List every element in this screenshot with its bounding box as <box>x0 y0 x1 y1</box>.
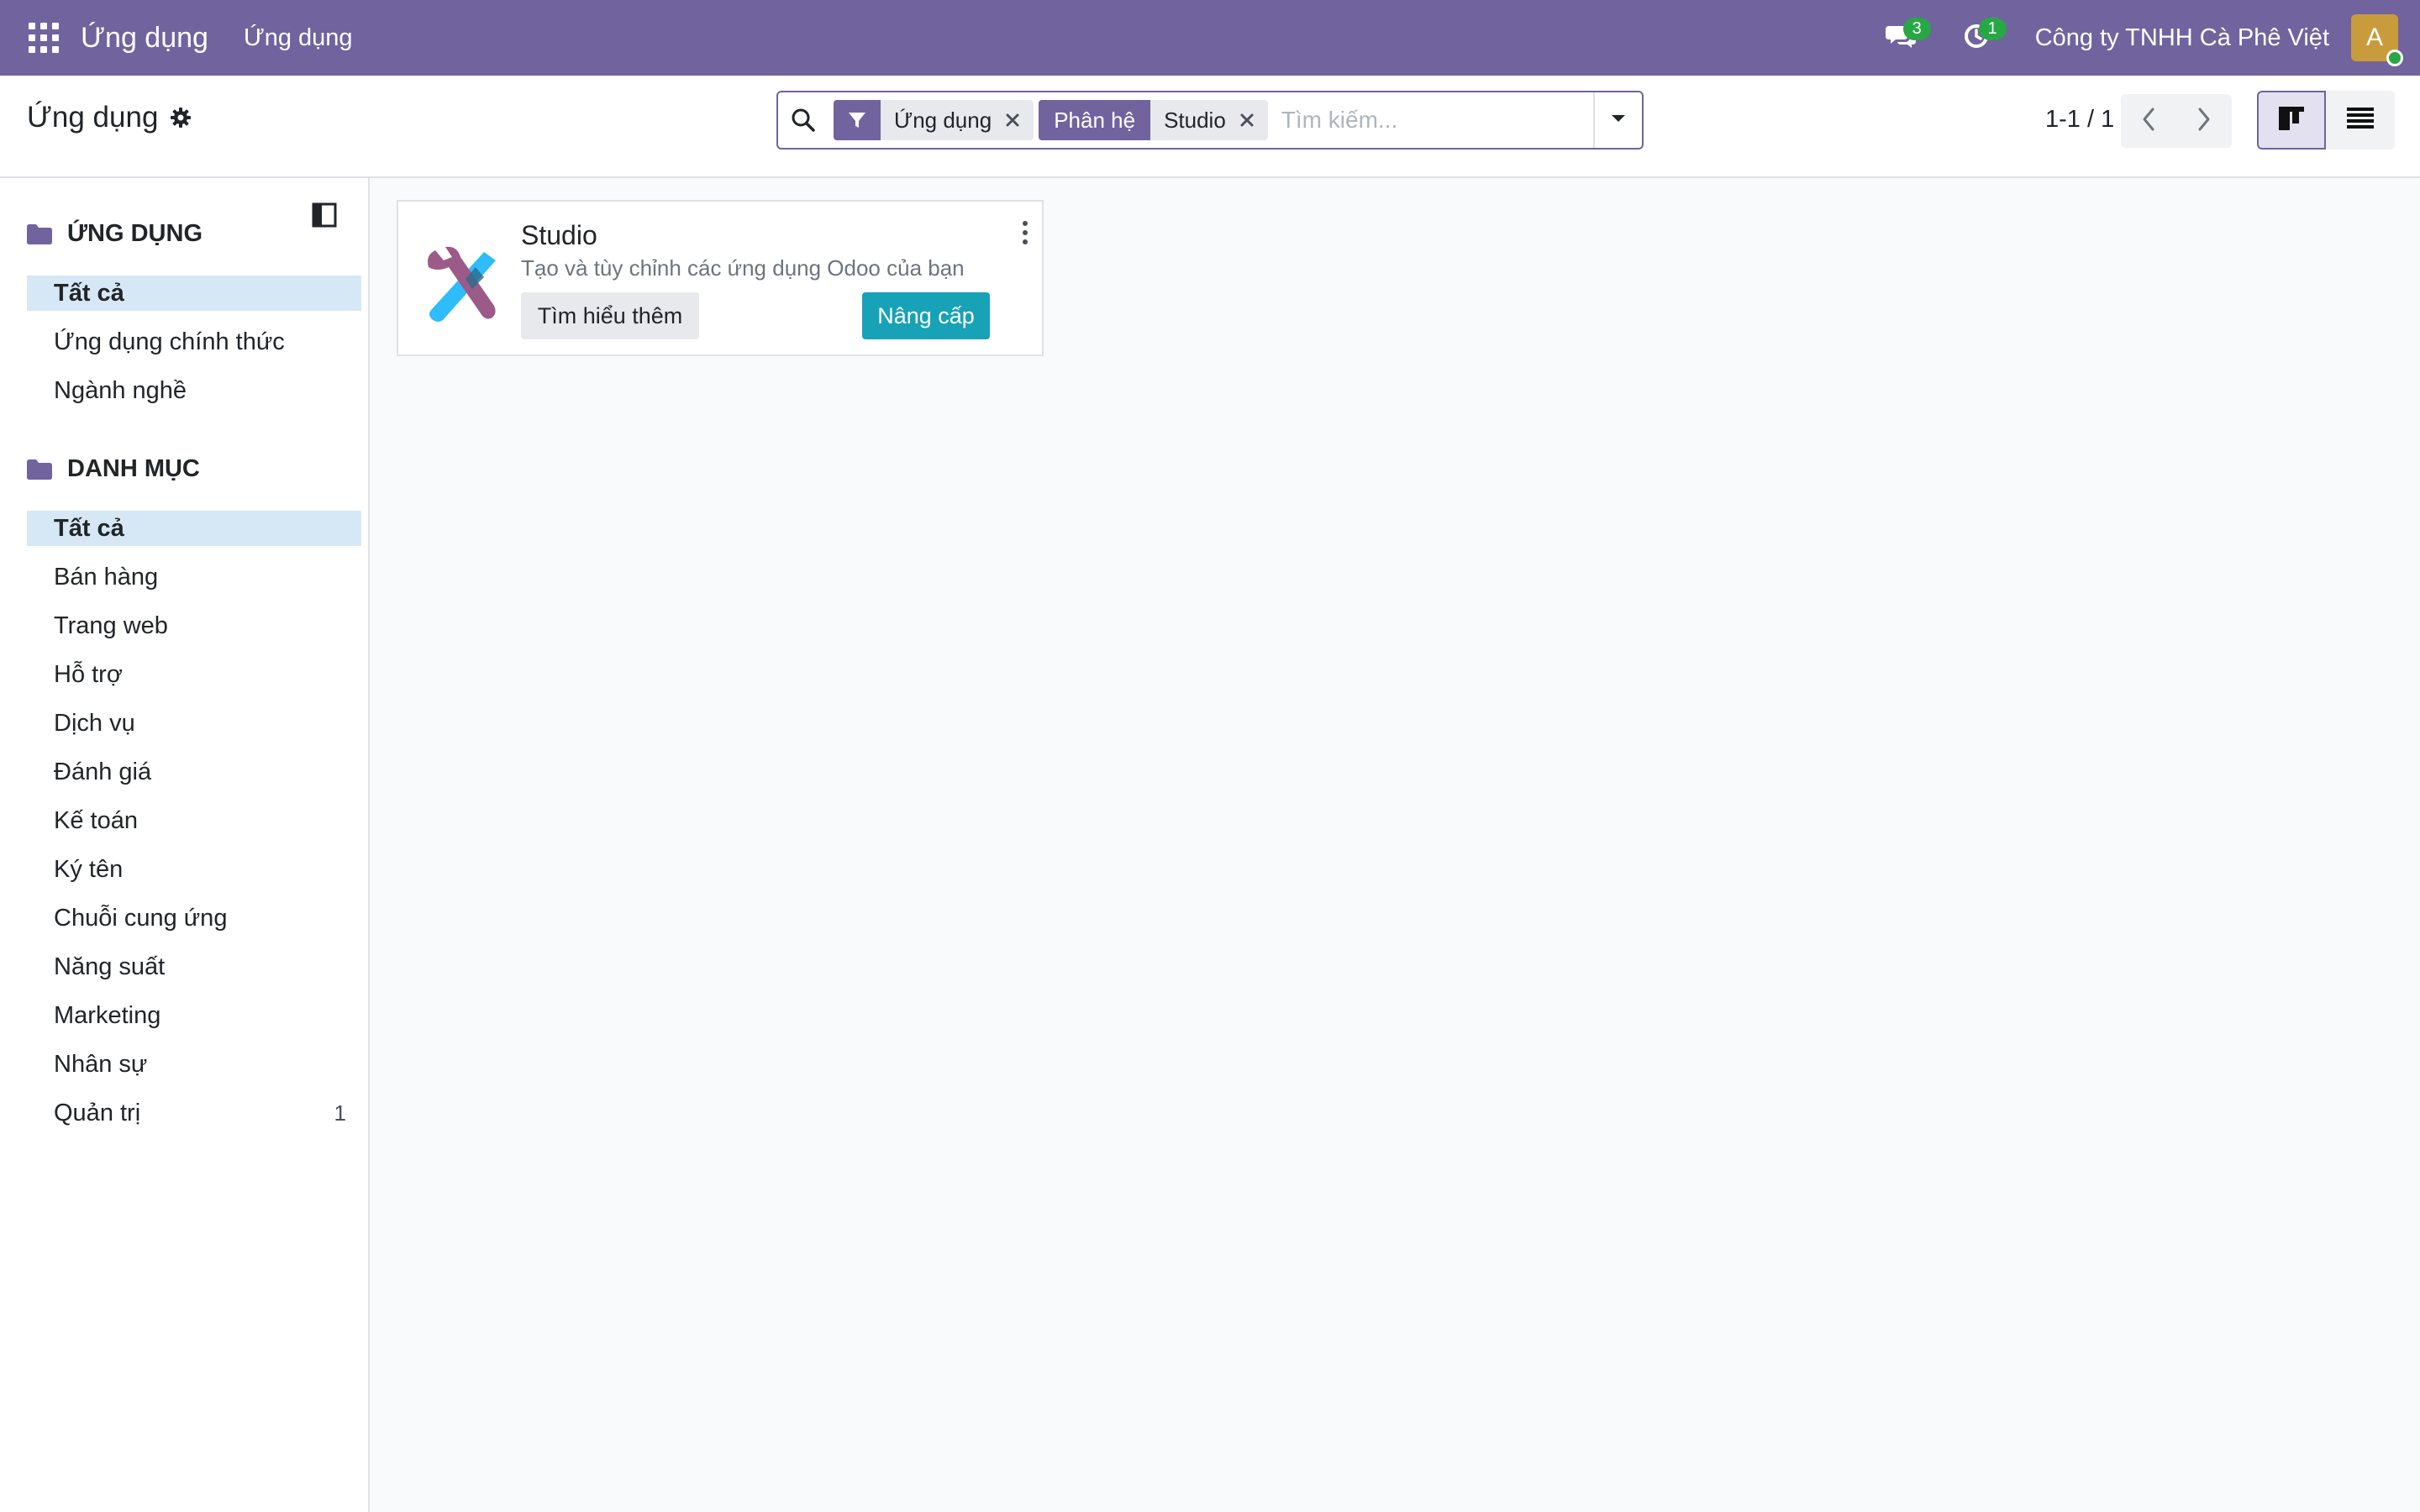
section-title: ỨNG DỤNG <box>67 220 203 247</box>
folder-icon <box>27 459 52 480</box>
chevron-left-icon <box>2141 107 2156 136</box>
online-status-indicator <box>2386 50 2403 66</box>
facet-category: Phân hệ <box>1039 100 1151 140</box>
navbar-systray: 3 1 Công ty TNHH Cà Phê Việt A <box>1876 0 2420 76</box>
facet-category-label: Phân hệ <box>1054 107 1136 133</box>
sidebar-item-productivity[interactable]: Năng suất <box>27 949 361 984</box>
sidebar-item-accounting[interactable]: Kế toán <box>27 803 361 838</box>
breadcrumb: Ứng dụng <box>27 101 192 134</box>
sidebar-item-label: Ngành nghề <box>54 376 187 404</box>
card-description: Tạo và tùy chỉnh các ứng dụng Odoo của b… <box>521 255 965 281</box>
activities-badge: 1 <box>1978 18 2007 40</box>
sidebar-item-label: Kế toán <box>54 806 138 834</box>
control-panel: Ứng dụng Ứng dụng Phân hệ Studio Tìm kiế… <box>0 76 2420 178</box>
gear-icon[interactable] <box>170 107 192 129</box>
card-options-menu-icon[interactable] <box>1017 218 1034 247</box>
sidebar-item-official-apps[interactable]: Ứng dụng chính thức <box>27 324 361 360</box>
sidebar-item-label: Bán hàng <box>54 563 159 591</box>
nav-menu-apps[interactable]: Ứng dụng <box>244 24 353 52</box>
chevron-right-icon <box>2196 107 2212 136</box>
sidebar-item-reviews[interactable]: Đánh giá <box>27 754 361 790</box>
sidebar-item-administration[interactable]: Quản trị 1 <box>27 1095 361 1131</box>
filter-icon <box>834 100 881 140</box>
search-facet-module: Phân hệ Studio <box>1039 100 1268 140</box>
sidebar-item-supply-chain[interactable]: Chuỗi cung ứng <box>27 900 361 936</box>
search-input[interactable] <box>1267 95 1593 145</box>
list-icon <box>2347 107 2374 134</box>
company-switcher[interactable]: Công ty TNHH Cà Phê Việt <box>2035 24 2329 52</box>
pager-previous-button[interactable] <box>2121 94 2176 148</box>
sidebar-item-label: Tất cả <box>54 279 124 307</box>
messages-badge: 3 <box>1902 18 1931 40</box>
messaging-menu[interactable]: 3 <box>1876 13 1931 63</box>
sidebar-item-sales[interactable]: Bán hàng <box>27 559 361 595</box>
kanban-view-button[interactable] <box>2257 91 2326 150</box>
list-view-button[interactable] <box>2326 91 2395 150</box>
sidebar-item-label: Chuỗi cung ứng <box>54 904 228 932</box>
facet-value: Ứng dụng <box>881 100 1034 140</box>
sidebar-item-all-apps[interactable]: Tất cả <box>27 276 361 311</box>
sidebar-item-label: Nhân sự <box>54 1050 148 1078</box>
sidebar-item-label: Trang web <box>54 612 168 639</box>
sidebar-item-label: Marketing <box>54 1001 161 1029</box>
pager-value[interactable]: 1-1 / 1 <box>2045 106 2114 134</box>
sidebar-item-sign[interactable]: Ký tên <box>27 852 361 887</box>
sidebar-item-label: Năng suất <box>54 953 166 980</box>
remove-facet-icon[interactable] <box>1226 100 1268 140</box>
sidebar-item-label: Ký tên <box>54 855 124 883</box>
facet-value-text: Ứng dụng <box>894 107 992 133</box>
section-header-categories: DANH MỤC <box>27 455 200 483</box>
sidebar-item-count: 1 <box>334 1100 346 1126</box>
kanban-icon <box>2279 106 2304 134</box>
search-options-toggle[interactable] <box>1593 92 1642 148</box>
sidebar-item-services[interactable]: Dịch vụ <box>27 706 361 741</box>
sidebar-item-label: Ứng dụng chính thức <box>54 328 285 355</box>
nav-brand[interactable]: Ứng dụng <box>81 22 208 55</box>
card-title[interactable]: Studio <box>521 220 597 251</box>
pager-next-button[interactable] <box>2176 94 2232 148</box>
sidebar-item-website[interactable]: Trang web <box>27 608 361 643</box>
search-facet-filter: Ứng dụng <box>834 100 1034 140</box>
remove-facet-icon[interactable] <box>992 100 1034 140</box>
sidebar-item-human-resources[interactable]: Nhân sự <box>27 1047 361 1082</box>
folder-icon <box>27 223 52 244</box>
section-header-apps: ỨNG DỤNG <box>27 220 203 248</box>
learn-more-button[interactable]: Tìm hiểu thêm <box>521 292 699 339</box>
sidebar-item-label: Đánh giá <box>54 758 152 785</box>
sidebar-item-marketing[interactable]: Marketing <box>27 998 361 1033</box>
sidebar-toggle-icon[interactable] <box>311 202 338 228</box>
avatar-letter: A <box>2365 24 2383 51</box>
sidebar-item-support[interactable]: Hỗ trợ <box>27 657 361 692</box>
upgrade-button[interactable]: Nâng cấp <box>862 292 990 339</box>
sidebar-item-label: Hỗ trợ <box>54 660 123 688</box>
sidebar-item-all-categories[interactable]: Tất cả <box>27 511 361 546</box>
search-bar: Ứng dụng Phân hệ Studio <box>776 91 1644 150</box>
search-icon[interactable] <box>778 92 829 148</box>
page-title: Ứng dụng <box>27 101 159 134</box>
facet-value: Studio <box>1150 100 1268 140</box>
caret-down-icon <box>1610 113 1627 128</box>
section-title: DANH MỤC <box>67 455 200 482</box>
sidebar-item-industries[interactable]: Ngành nghề <box>27 373 361 408</box>
studio-app-icon <box>418 242 502 326</box>
search-panel-sidebar: ỨNG DỤNG Tất cả Ứng dụng chính thức Ngàn… <box>0 178 370 1512</box>
sidebar-item-label: Dịch vụ <box>54 709 135 737</box>
apps-menu-icon[interactable] <box>29 23 59 53</box>
app-card-studio[interactable]: Studio Tạo và tùy chỉnh các ứng dụng Odo… <box>397 200 1044 356</box>
top-navbar: Ứng dụng Ứng dụng 3 1 Công ty TNHH Cà Ph… <box>0 0 2420 76</box>
facet-value-text: Studio <box>1164 107 1226 133</box>
user-avatar[interactable]: A <box>2351 14 2403 66</box>
sidebar-item-label: Tất cả <box>54 514 124 542</box>
activity-menu[interactable]: 1 <box>1951 13 2007 63</box>
sidebar-item-label: Quản trị <box>54 1099 141 1126</box>
